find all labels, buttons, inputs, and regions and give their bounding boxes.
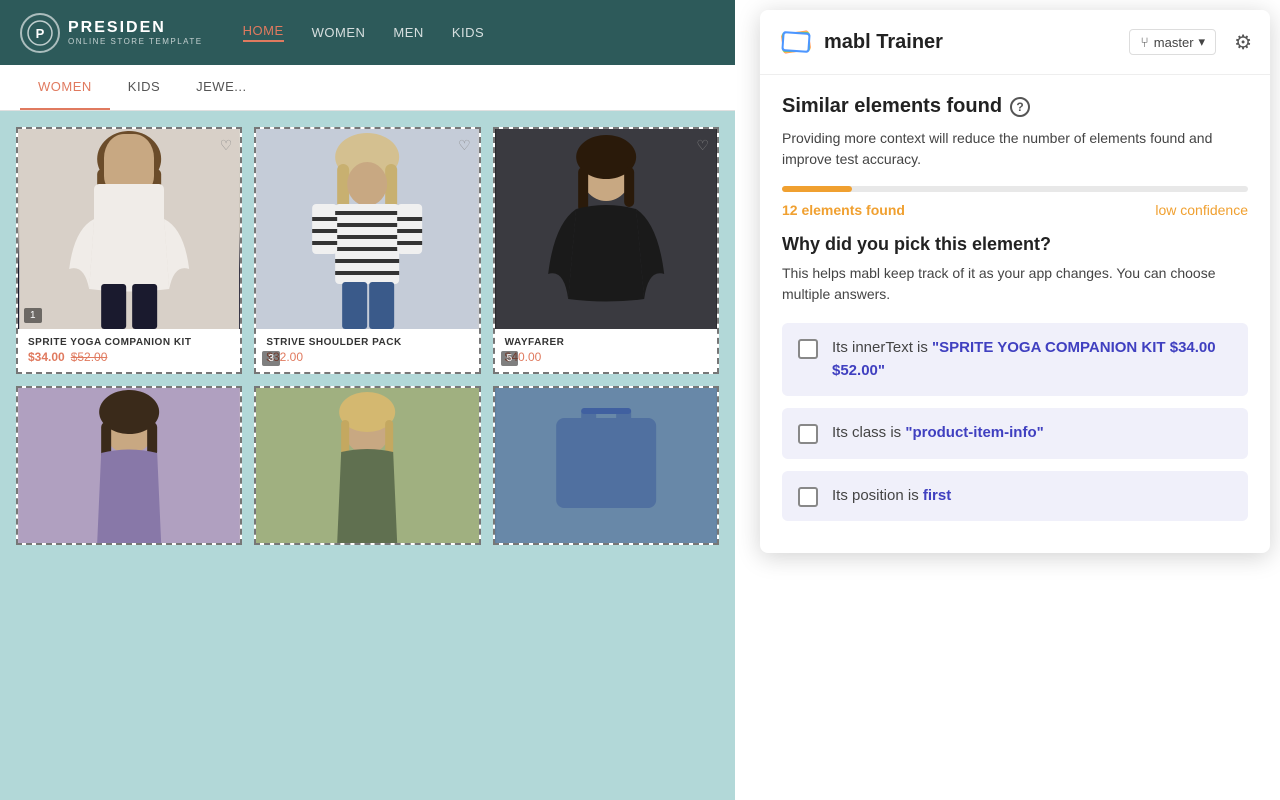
progress-labels: 12 elements found low confidence [782, 202, 1248, 218]
cat-women[interactable]: WOMEN [20, 65, 110, 110]
progress-bar-fill [782, 186, 852, 192]
similar-elements-title: Similar elements found ? [782, 95, 1248, 118]
store-logo: P PRESIDEN ONLINE STORE TEMPLATE [20, 13, 203, 53]
option-position-value: first [923, 487, 951, 504]
product-image-1: 1 [18, 129, 240, 329]
option-class-text: Its class is "product-item-info" [832, 422, 1044, 445]
nav-men[interactable]: MEN [393, 25, 423, 40]
product-card-5[interactable] [254, 386, 480, 545]
nav-home[interactable]: HOME [243, 23, 284, 42]
branch-label: master [1154, 35, 1194, 50]
option-position-text: Its position is first [832, 485, 951, 508]
option-class-value: "product-item-info" [905, 424, 1043, 441]
logo-subtitle: ONLINE STORE TEMPLATE [68, 37, 203, 46]
wishlist-btn-1[interactable]: ♡ [220, 137, 233, 154]
product-image-2: 3 [256, 129, 478, 329]
why-description: This helps mabl keep track of it as your… [782, 263, 1248, 305]
product-card-6[interactable] [493, 386, 719, 545]
progress-section: 12 elements found low confidence [782, 186, 1248, 218]
product-image-4 [18, 388, 240, 543]
product-image-6 [495, 388, 717, 543]
product-grid: 1 SPRITE YOGA COMPANION KIT $34.00 $52.0… [0, 111, 735, 561]
elements-found-label: 12 elements found [782, 202, 905, 218]
option-innertext-prefix: Its innerText is [832, 339, 932, 356]
option-innertext-text: Its innerText is "SPRITE YOGA COMPANION … [832, 337, 1232, 382]
option-class-checkbox[interactable] [798, 424, 818, 444]
why-title: Why did you pick this element? [782, 234, 1248, 255]
product-badge-1: 1 [24, 308, 42, 323]
price-original-1: $52.00 [71, 350, 108, 364]
product-name-1: SPRITE YOGA COMPANION KIT [28, 337, 230, 348]
confidence-label: low confidence [1155, 202, 1248, 218]
wishlist-btn-3[interactable]: ♡ [696, 137, 709, 154]
store-header: P PRESIDEN ONLINE STORE TEMPLATE HOME WO… [0, 0, 735, 65]
mabl-header: mabl Trainer ⑂ master ▾ ⚙ [760, 10, 1270, 75]
product-price-3: $40.00 [505, 350, 707, 364]
product-image-3: 5 [495, 129, 717, 329]
product-card-3[interactable]: 5 WAYFARER $40.00 ♡ [493, 127, 719, 374]
option-innertext-checkbox[interactable] [798, 339, 818, 359]
product-card-4[interactable] [16, 386, 242, 545]
logo-name: PRESIDEN [68, 19, 203, 37]
description-text: Providing more context will reduce the n… [782, 128, 1248, 170]
product-info-1: SPRITE YOGA COMPANION KIT $34.00 $52.00 [18, 329, 240, 372]
option-class-prefix: Its class is [832, 424, 905, 441]
svg-text:P: P [36, 26, 45, 41]
wishlist-btn-2[interactable]: ♡ [458, 137, 471, 154]
nav-kids[interactable]: KIDS [452, 25, 484, 40]
option-class-card[interactable]: Its class is "product-item-info" [782, 408, 1248, 459]
product-card-1[interactable]: 1 SPRITE YOGA COMPANION KIT $34.00 $52.0… [16, 127, 242, 374]
mabl-branch-selector[interactable]: ⑂ master ▾ [1129, 29, 1216, 55]
cat-jewelry[interactable]: JEWE... [178, 65, 264, 110]
store-nav: HOME WOMEN MEN KIDS [243, 23, 485, 42]
logo-text: PRESIDEN ONLINE STORE TEMPLATE [68, 19, 203, 46]
mabl-body: Similar elements found ? Providing more … [760, 75, 1270, 553]
option-position-checkbox[interactable] [798, 487, 818, 507]
product-info-2: STRIVE SHOULDER PACK $32.00 [256, 329, 478, 372]
chevron-down-icon: ▾ [1199, 34, 1206, 50]
cat-kids[interactable]: KIDS [110, 65, 178, 110]
product-price-1: $34.00 $52.00 [28, 350, 230, 364]
store-background: P PRESIDEN ONLINE STORE TEMPLATE HOME WO… [0, 0, 735, 800]
mabl-panel: mabl Trainer ⑂ master ▾ ⚙ Similar elemen… [760, 10, 1270, 553]
mabl-title: mabl Trainer [824, 31, 1119, 54]
settings-gear-icon[interactable]: ⚙ [1234, 30, 1252, 55]
price-sale-1: $34.00 [28, 350, 65, 364]
product-image-5 [256, 388, 478, 543]
nav-women[interactable]: WOMEN [312, 25, 366, 40]
logo-icon: P [20, 13, 60, 53]
option-innertext-card[interactable]: Its innerText is "SPRITE YOGA COMPANION … [782, 323, 1248, 396]
progress-bar-background [782, 186, 1248, 192]
help-icon[interactable]: ? [1010, 97, 1030, 117]
product-name-2: STRIVE SHOULDER PACK [266, 337, 468, 348]
product-card-2[interactable]: 3 STRIVE SHOULDER PACK $32.00 ♡ [254, 127, 480, 374]
product-price-2: $32.00 [266, 350, 468, 364]
option-position-card[interactable]: Its position is first [782, 471, 1248, 522]
product-name-3: WAYFARER [505, 337, 707, 348]
branch-icon: ⑂ [1140, 34, 1148, 50]
product-info-3: WAYFARER $40.00 [495, 329, 717, 372]
mabl-logo-icon [778, 24, 814, 60]
option-position-prefix: Its position is [832, 487, 923, 504]
category-tabs: WOMEN KIDS JEWE... [0, 65, 735, 111]
